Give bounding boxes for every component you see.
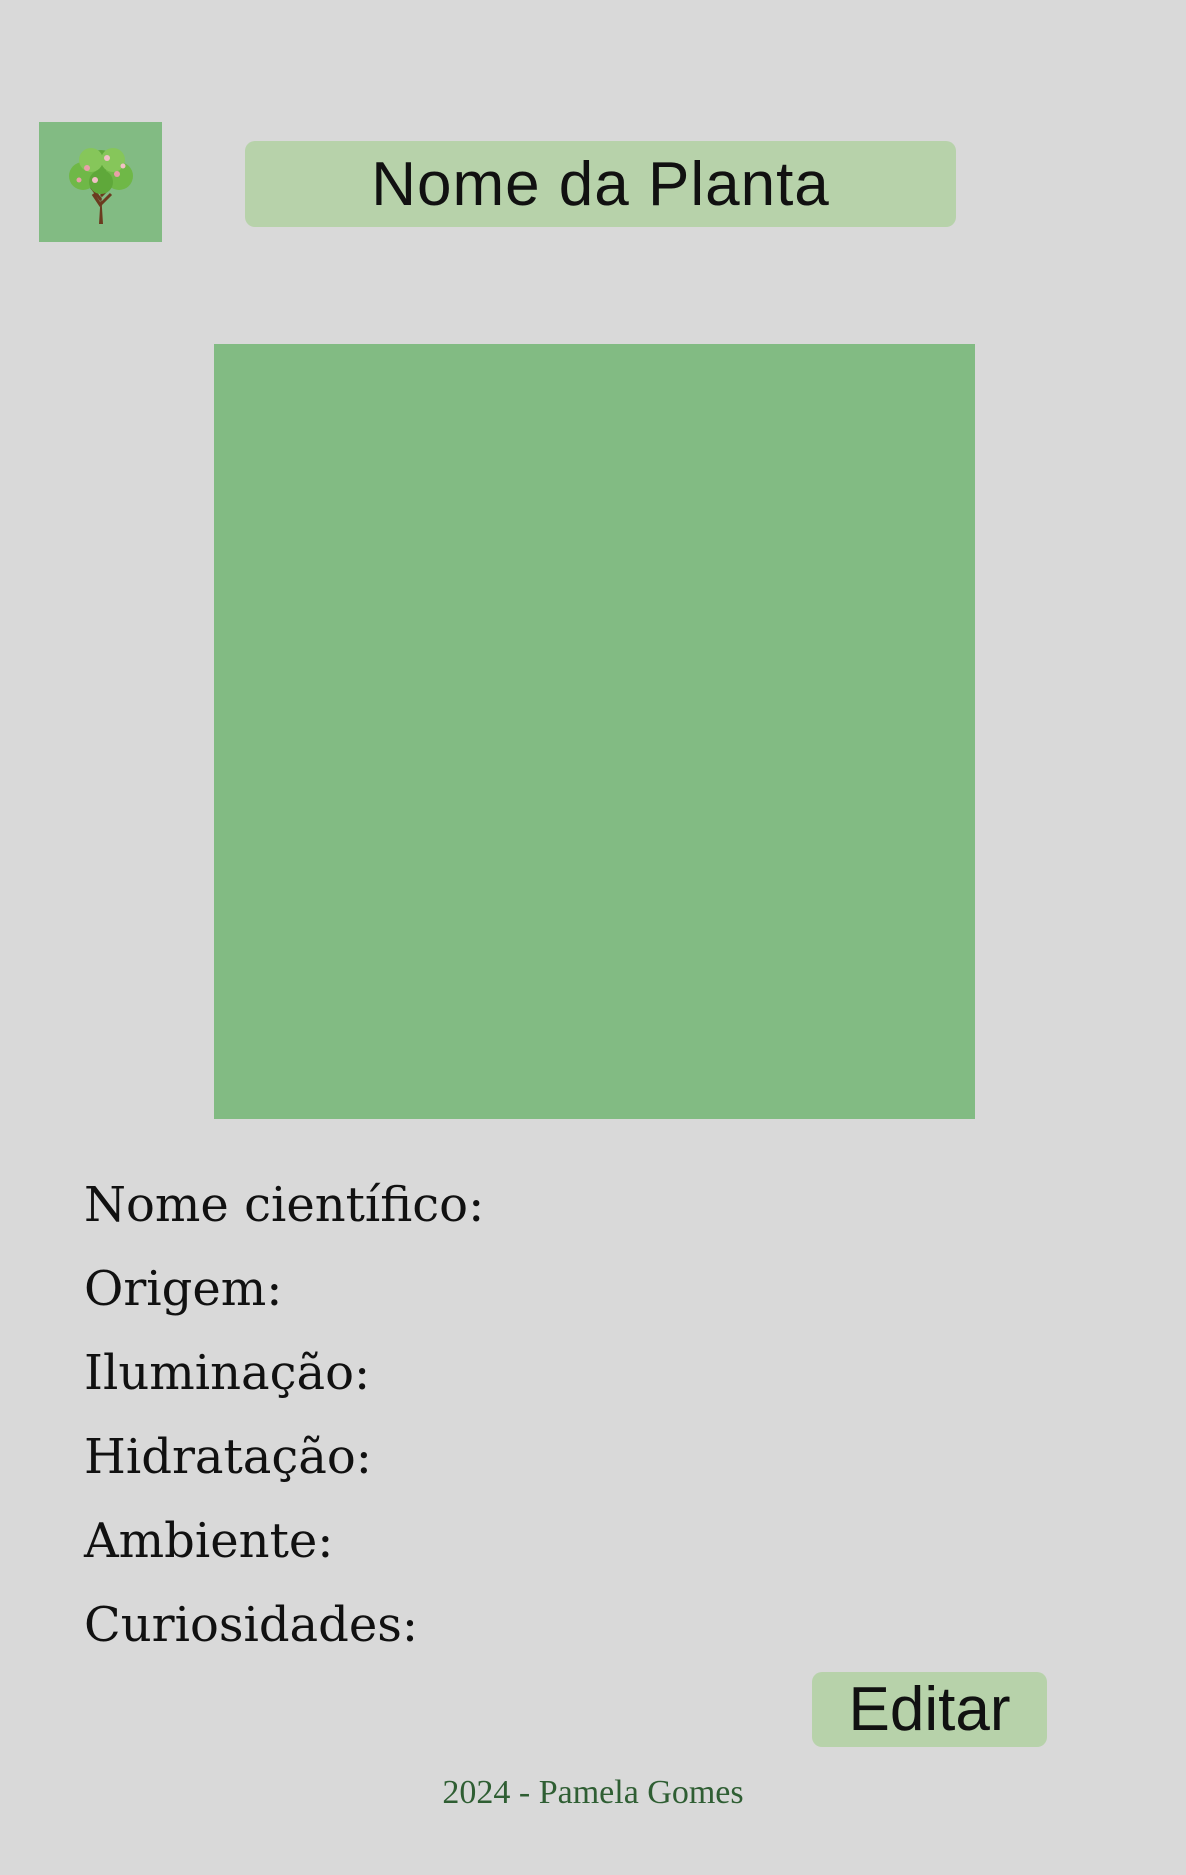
tree-icon [68, 148, 133, 224]
logo [39, 122, 162, 242]
field-curiosities: Curiosidades: [84, 1597, 419, 1653]
footer-credits: 2024 - Pamela Gomes [442, 1774, 744, 1811]
field-hydration: Hidratação: [84, 1429, 372, 1485]
field-environment: Ambiente: [84, 1513, 334, 1569]
edit-button-label: Editar [848, 1674, 1011, 1744]
plant-name-header: Nome da Planta [245, 141, 956, 227]
field-origin: Origem: [84, 1261, 283, 1317]
plant-details-list: Nome científico: Origem: Iluminação: Hid… [84, 1163, 484, 1667]
plant-name-title: Nome da Planta [371, 149, 830, 219]
field-lighting: Iluminação: [84, 1345, 371, 1401]
edit-button[interactable]: Editar [812, 1672, 1047, 1747]
field-scientific-name: Nome científico: [84, 1177, 485, 1233]
plant-photo-placeholder [214, 344, 975, 1119]
